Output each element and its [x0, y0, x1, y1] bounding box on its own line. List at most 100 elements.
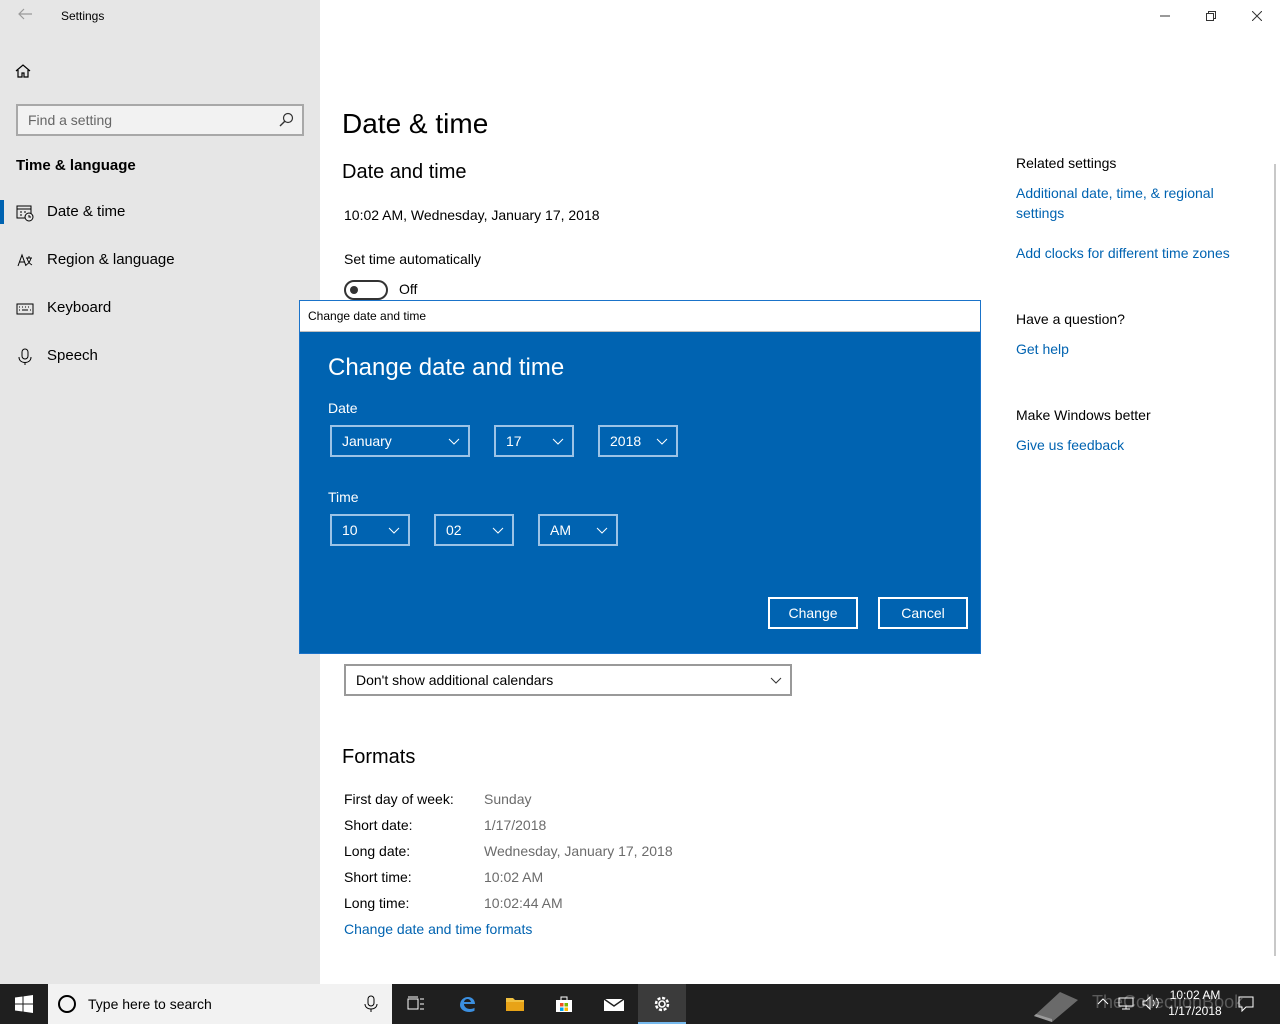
minute-select[interactable]: 02	[434, 514, 514, 546]
format-value: 10:02 AM	[484, 869, 544, 885]
app-title: Settings	[61, 9, 105, 23]
edge-button[interactable]	[443, 984, 491, 1024]
back-button[interactable]	[14, 6, 36, 28]
format-value: Wednesday, January 17, 2018	[484, 843, 673, 859]
mail-icon	[603, 998, 625, 1011]
format-row-long-time: Long time: 10:02:44 AM	[344, 895, 844, 915]
search-input[interactable]	[18, 106, 274, 134]
chevron-down-icon	[552, 438, 564, 445]
format-value: 1/17/2018	[484, 817, 547, 833]
taskbar-date: 1/17/2018	[1168, 1004, 1222, 1018]
make-windows-better-heading: Make Windows better	[1016, 407, 1151, 423]
chevron-down-icon	[448, 438, 460, 445]
keyboard-icon	[16, 303, 34, 315]
home-icon	[15, 64, 31, 78]
change-formats-link[interactable]: Change date and time formats	[344, 921, 532, 937]
taskbar-time: 10:02 AM	[1169, 988, 1221, 1002]
set-time-automatically-toggle[interactable]	[344, 280, 388, 300]
store-icon	[556, 996, 572, 1012]
format-key: First day of week:	[344, 791, 454, 807]
format-value: 10:02:44 AM	[484, 895, 563, 911]
volume-icon[interactable]	[1142, 996, 1160, 1010]
select-value: 2018	[610, 433, 642, 449]
taskbar: Type here to search TheCollectionBook 10…	[0, 984, 1280, 1024]
format-row-long-date: Long date: Wednesday, January 17, 2018	[344, 843, 844, 863]
cortana-icon	[58, 995, 76, 1013]
sidebar-item-label: Keyboard	[47, 299, 112, 316]
store-button[interactable]	[540, 984, 588, 1024]
format-value: Sunday	[484, 791, 532, 807]
scrollbar[interactable]	[1274, 164, 1276, 956]
chevron-up-icon[interactable]	[1097, 996, 1109, 1008]
start-button[interactable]	[0, 984, 48, 1024]
additional-calendars-dropdown[interactable]: Don't show additional calendars	[344, 664, 792, 696]
taskbar-search-placeholder: Type here to search	[88, 996, 212, 1012]
toggle-state-text: Off	[399, 281, 418, 297]
change-button[interactable]: Change	[768, 597, 858, 629]
format-key: Long date:	[344, 843, 411, 859]
add-clocks-link[interactable]: Add clocks for different time zones	[1016, 243, 1256, 263]
close-icon	[1252, 11, 1262, 21]
related-settings-heading: Related settings	[1016, 155, 1117, 171]
taskbar-search-box[interactable]: Type here to search	[48, 984, 392, 1024]
additional-regional-settings-link[interactable]: Additional date, time, & regional settin…	[1016, 183, 1256, 223]
minimize-button[interactable]	[1142, 0, 1188, 32]
chevron-down-icon	[656, 438, 668, 445]
close-button[interactable]	[1234, 0, 1280, 32]
notifications-icon[interactable]	[1238, 996, 1254, 1012]
select-value: 02	[446, 522, 462, 538]
dialog-titlebar[interactable]: Change date and time	[300, 301, 980, 332]
sidebar-item-date-time[interactable]: Date & time	[0, 192, 320, 232]
change-date-time-dialog: Change date and time Change date and tim…	[299, 300, 981, 654]
task-view-button[interactable]	[392, 984, 440, 1024]
sidebar-item-label: Date & time	[47, 203, 126, 220]
year-select[interactable]: 2018	[598, 425, 678, 457]
home-button[interactable]	[14, 62, 38, 84]
sidebar-item-keyboard[interactable]: Keyboard	[0, 288, 320, 328]
back-arrow-icon	[18, 8, 32, 20]
restore-icon	[1206, 11, 1216, 21]
search-icon[interactable]	[278, 112, 294, 128]
navigation-pane: Settings Time & language Date & time Reg…	[0, 0, 320, 984]
give-feedback-link[interactable]: Give us feedback	[1016, 435, 1256, 455]
microphone-icon[interactable]	[364, 995, 378, 1013]
day-select[interactable]: 17	[494, 425, 574, 457]
format-row-short-date: Short date: 1/17/2018	[344, 817, 844, 837]
settings-taskbar-button[interactable]	[638, 984, 686, 1024]
set-time-automatically-label: Set time automatically	[344, 251, 481, 267]
cancel-button[interactable]: Cancel	[878, 597, 968, 629]
select-value: January	[342, 433, 392, 449]
edge-icon	[460, 997, 475, 1012]
mail-button[interactable]	[589, 984, 637, 1024]
restore-button[interactable]	[1188, 0, 1234, 32]
time-label: Time	[328, 489, 359, 505]
search-box[interactable]	[16, 104, 304, 136]
taskbar-clock[interactable]: 10:02 AM 1/17/2018	[1164, 987, 1226, 1019]
month-select[interactable]: January	[330, 425, 470, 457]
question-heading: Have a question?	[1016, 311, 1125, 327]
region-language-icon	[17, 253, 33, 267]
chevron-down-icon	[596, 527, 608, 534]
sidebar-item-speech[interactable]: Speech	[0, 336, 320, 376]
dialog-window-title: Change date and time	[308, 309, 427, 323]
formats-section-title: Formats	[342, 746, 416, 768]
folder-icon	[506, 998, 524, 1011]
format-key: Long time:	[344, 895, 410, 911]
file-explorer-button[interactable]	[491, 984, 539, 1024]
select-value: AM	[550, 522, 571, 538]
sidebar-item-label: Speech	[47, 347, 98, 364]
dropdown-value: Don't show additional calendars	[356, 672, 554, 688]
get-help-link[interactable]: Get help	[1016, 339, 1256, 359]
sidebar-item-region-language[interactable]: Region & language	[0, 240, 320, 280]
format-row-first-day: First day of week: Sunday	[344, 791, 844, 811]
date-label: Date	[328, 400, 358, 416]
format-key: Short date:	[344, 817, 413, 833]
hour-select[interactable]: 10	[330, 514, 410, 546]
select-value: 10	[342, 522, 358, 538]
calendar-clock-icon	[16, 205, 34, 222]
ampm-select[interactable]: AM	[538, 514, 618, 546]
network-icon[interactable]	[1118, 996, 1134, 1010]
windows-logo-icon	[15, 995, 33, 1013]
format-row-short-time: Short time: 10:02 AM	[344, 869, 844, 889]
chevron-down-icon	[770, 677, 782, 684]
